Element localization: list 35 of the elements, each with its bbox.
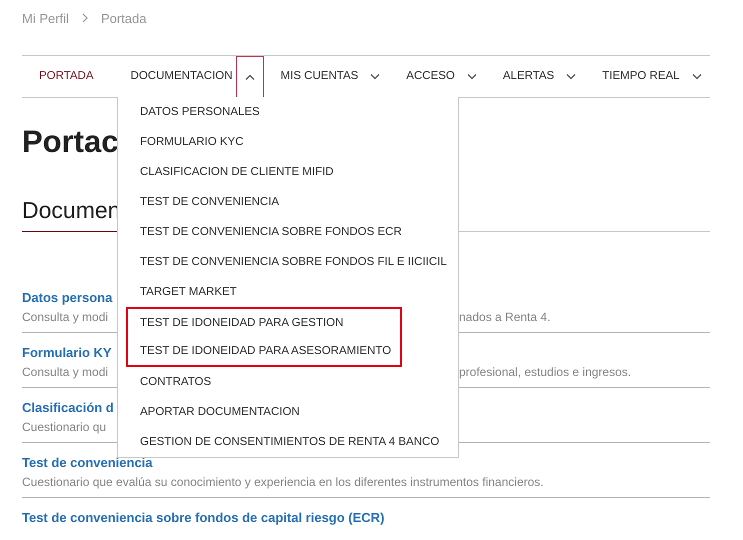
chevron-right-icon <box>80 13 89 23</box>
document-description: Cuestionario qu <box>22 419 106 436</box>
document-description: nados a Renta 4. <box>459 309 550 326</box>
menu-item[interactable]: FORMULARIO KYC <box>118 127 458 157</box>
chevron-down-icon <box>466 74 477 80</box>
chevron-up-icon <box>244 74 255 80</box>
section-title: Documen <box>22 194 117 232</box>
document-description: Cuestionario que evalúa su conocimiento y experiencia en los diferentes instrumentos financieros. <box>22 474 544 491</box>
menu-item[interactable]: CONTRATOS <box>118 367 458 397</box>
document-link[interactable]: Test de conveniencia sobre fondos de capital riesgo (ECR) <box>22 508 384 528</box>
document-link[interactable]: Clasificación d <box>22 398 114 418</box>
menu-item[interactable]: TEST DE IDONEIDAD PARA GESTION <box>128 309 400 337</box>
menu-item[interactable]: APORTAR DOCUMENTACION <box>118 397 458 427</box>
menu-item[interactable]: DATOS PERSONALES <box>118 97 458 127</box>
document-description: Consulta y modi <box>22 309 110 326</box>
chevron-down-icon <box>566 74 576 80</box>
menu-item[interactable]: TEST DE CONVENIENCIA <box>118 187 458 217</box>
menu-item[interactable]: TARGET MARKET <box>118 277 458 307</box>
nav-tab[interactable]: MIS CUENTAS <box>264 56 362 97</box>
menu-item[interactable]: TEST DE IDONEIDAD PARA ASESORAMIENTO <box>128 337 400 365</box>
document-link[interactable]: Datos persona <box>22 288 112 308</box>
document-link[interactable]: Formulario KY <box>22 343 112 363</box>
chevron-down-icon <box>692 74 702 80</box>
menu-item[interactable]: TEST DE CONVENIENCIA SOBRE FONDOS FIL E IICIICIL <box>118 247 458 277</box>
document-description: profesional, estudios e ingresos. <box>459 364 632 381</box>
nav-tab[interactable]: ALERTAS <box>486 56 558 97</box>
page-title: Portac <box>22 123 118 161</box>
nav-tab[interactable]: PORTADA <box>22 56 114 97</box>
menu-item[interactable]: CLASIFICACION DE CLIENTE MIFID <box>118 157 458 187</box>
menu-item[interactable]: TEST DE CONVENIENCIA SOBRE FONDOS ECR <box>118 217 458 247</box>
nav-tab[interactable]: TIEMPO REAL <box>585 56 683 97</box>
nav-tab[interactable]: ACCESO <box>389 56 458 97</box>
chevron-down-icon <box>370 74 380 80</box>
document-description: Consulta y modi <box>22 364 110 381</box>
nav-tab[interactable]: DOCUMENTACION <box>114 56 236 97</box>
